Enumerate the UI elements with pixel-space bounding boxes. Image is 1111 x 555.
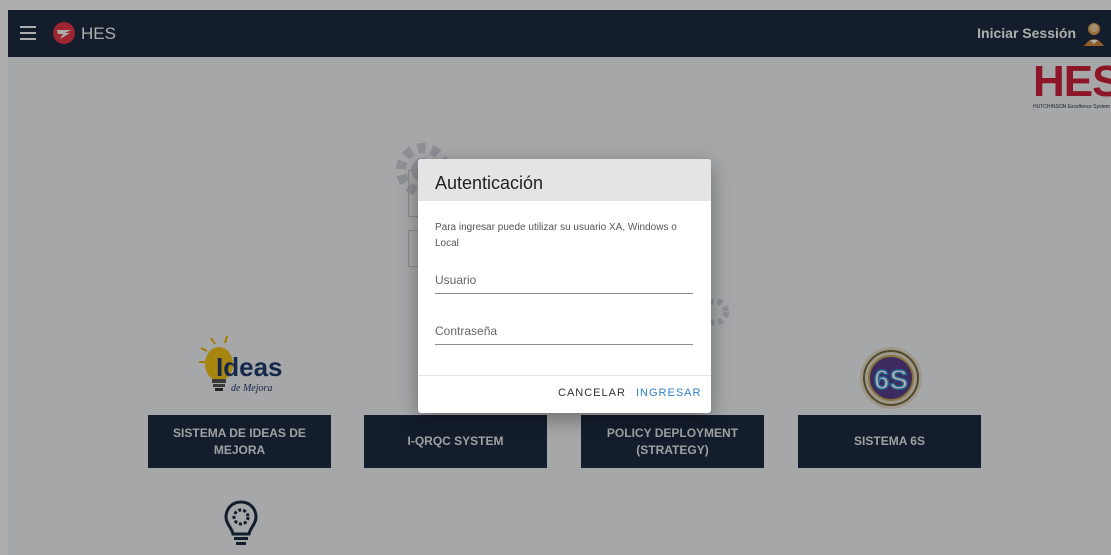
dialog-description: Para ingresar puede utilizar su usuario … — [435, 222, 677, 249]
dialog-divider — [418, 375, 711, 376]
password-field[interactable] — [435, 320, 693, 345]
login-submit-button[interactable]: INGRESAR — [636, 387, 701, 399]
password-input[interactable] — [435, 320, 693, 342]
dialog-title: Autenticación — [435, 173, 544, 193]
cancel-button[interactable]: CANCELAR — [558, 387, 626, 399]
authentication-dialog: Autenticación Para ingresar puede utiliz… — [418, 159, 711, 413]
username-input[interactable] — [435, 269, 693, 291]
username-field[interactable] — [435, 269, 693, 294]
